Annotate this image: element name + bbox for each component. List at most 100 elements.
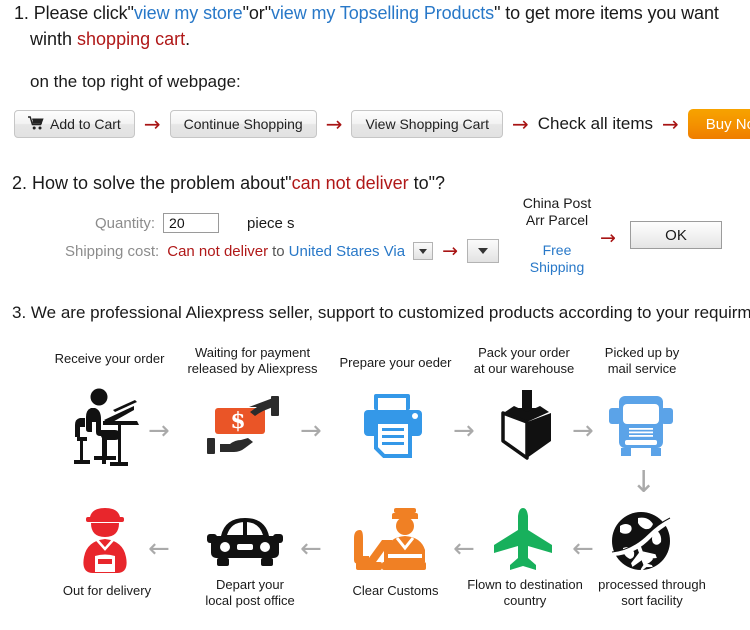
view-shopping-cart-button[interactable]: View Shopping Cart	[351, 110, 503, 138]
flow-label-line-2: mail service	[607, 361, 677, 376]
free-shipping-badge: Free Shipping	[514, 242, 600, 276]
chevron-down-icon-small	[419, 248, 428, 254]
flow-arrow-right-2: →	[300, 416, 322, 446]
ok-button-label: OK	[665, 226, 687, 244]
ok-button[interactable]: OK	[630, 221, 722, 249]
section-3-heading-text: We are professional Aliexpress seller, s…	[30, 303, 750, 322]
flow-arrow-right-4: →	[572, 416, 594, 446]
shipping-cost-row: Shipping cost: Can not deliver to United…	[65, 239, 500, 263]
quantity-input[interactable]: 20	[163, 213, 220, 233]
flow-label-line-1: Picked up by	[604, 345, 680, 360]
flow-label-line-1: Depart your	[216, 577, 284, 592]
link-view-my-store[interactable]: view my store	[134, 3, 243, 23]
flow-label-prepare-your-oeder: Prepare your oeder	[333, 355, 458, 371]
flow-arrow-left-1: ←	[148, 534, 170, 564]
flow-label-waiting-for-payment: Waiting for payment released by Aliexpre…	[185, 345, 320, 377]
flow-arrow-left-3: ←	[453, 534, 475, 564]
flow-label-line-1: Flown to destination	[467, 577, 583, 592]
person-at-desk-icon	[72, 388, 144, 471]
flow-label-clear-customs: Clear Customs	[338, 583, 453, 599]
quantity-label: Quantity:	[95, 214, 156, 232]
arrow-right-icon-4: →	[661, 112, 679, 136]
section-1-number: 1.	[14, 3, 29, 23]
section-1-line-2: winth shopping cart.	[0, 26, 750, 52]
flow-label-line-2: sort facility	[621, 593, 683, 608]
view-shopping-cart-label: View Shopping Cart	[365, 116, 489, 132]
link-view-my-topselling-products[interactable]: view my Topselling Products	[271, 3, 494, 23]
flow-label-line-2: released by Aliexpress	[187, 361, 318, 376]
section-1-line2-b: .	[185, 29, 191, 49]
flow-label-line-2: country	[503, 593, 547, 608]
flow-label-out-for-delivery: Out for delivery	[42, 583, 172, 599]
car-icon	[207, 514, 283, 573]
shopping-cart-icon	[28, 115, 44, 133]
shipping-cost-label: Shipping cost:	[65, 242, 160, 260]
buy-now-label: Buy Now	[705, 115, 750, 133]
flow-label-line-1: Clear Customs	[352, 583, 439, 598]
section-1-subtitle: on the top right of webpage:	[30, 72, 241, 91]
open-box-icon	[492, 388, 562, 465]
flow-arrow-left-2: ←	[300, 534, 322, 564]
flow-label-line-1: processed through	[598, 577, 706, 592]
carrier-name-line-1: China Post	[522, 195, 592, 211]
flow-label-line-2: at our warehouse	[473, 361, 575, 376]
shipping-method-dropdown-small[interactable]	[413, 242, 434, 260]
shipping-carrier-block: China Post Arr Parcel Free Shipping	[514, 195, 600, 276]
section-2-head-b: to"?	[408, 173, 446, 193]
can-not-deliver-highlight: can not deliver	[291, 173, 409, 193]
flow-arrow-down: ↓	[631, 465, 657, 500]
flow-arrow-left-4: ←	[572, 534, 594, 564]
flow-arrow-right-1: →	[148, 416, 170, 446]
flow-label-line-1: Prepare your oeder	[339, 355, 452, 370]
flow-label-flown-to-destination-country: Flown to destination country	[455, 577, 595, 609]
pieces-label: piece s	[247, 214, 295, 232]
shipping-destination-text: United Stares Via	[288, 242, 406, 260]
section-3-number: 3.	[12, 303, 27, 322]
shopping-cart-highlight: shopping cart	[77, 29, 186, 49]
arrow-right-icon-dropdown: →	[442, 239, 459, 262]
flow-label-processed-through-sort-facility: processed through sort facility	[588, 577, 716, 609]
free-shipping-line-2: Shipping	[529, 259, 585, 275]
arrow-right-icon-ok: →	[600, 227, 616, 249]
svg-text:$: $	[230, 408, 245, 434]
flow-label-line-1: Out for delivery	[62, 583, 152, 598]
add-to-cart-label: Add to Cart	[50, 116, 121, 132]
flow-label-pack-your-order: Pack your order at our warehouse	[463, 345, 585, 377]
arrow-right-icon-1: →	[143, 112, 161, 136]
add-to-cart-button[interactable]: Add to Cart	[14, 110, 135, 138]
shipping-method-dropdown-large[interactable]	[467, 239, 500, 263]
flow-label-depart-your-local-post-office: Depart your local post office	[190, 577, 310, 609]
checkout-button-flow: Add to Cart → Continue Shopping → View S…	[14, 108, 750, 140]
section-2: 2. How to solve the problem about"can no…	[0, 173, 750, 275]
money-in-hand-icon: $	[205, 394, 285, 463]
section-3-heading: 3. We are professional Aliexpress seller…	[12, 303, 750, 323]
chevron-down-icon-large	[478, 248, 489, 254]
truck-icon	[607, 392, 675, 465]
delivery-person-icon	[72, 506, 138, 579]
section-2-number: 2.	[12, 173, 28, 193]
section-1-text-c: " to get more items you want	[494, 3, 719, 23]
section-2-heading: 2. How to solve the problem about"can no…	[0, 173, 750, 194]
section-1-text-a: Please click"	[33, 3, 134, 23]
flow-arrow-right-3: →	[453, 416, 475, 446]
free-shipping-line-1: Free	[542, 242, 572, 258]
printer-icon	[360, 392, 426, 465]
check-all-items-text: Check all items	[537, 114, 653, 133]
shipping-status-text: Can not deliver	[167, 242, 269, 260]
section-1-line-1: 1. Please click"view my store"or"view my…	[0, 0, 750, 26]
arrow-right-icon-2: →	[325, 112, 343, 136]
buy-now-button[interactable]: Buy Now	[687, 109, 750, 139]
customs-officer-icon	[352, 506, 434, 577]
continue-shopping-label: Continue Shopping	[183, 116, 303, 132]
flow-label-line-1: Waiting for payment	[194, 345, 311, 360]
quantity-value: 20	[169, 215, 185, 231]
airplane-icon	[492, 508, 554, 575]
flow-label-receive-your-order: Receive your order	[42, 351, 177, 367]
flow-label-line-1: Pack your order	[478, 345, 570, 360]
arrow-right-icon-3: →	[511, 112, 529, 136]
quantity-row: Quantity: 20 piece s	[95, 213, 295, 233]
continue-shopping-button[interactable]: Continue Shopping	[169, 110, 317, 138]
section-1-text-b: "or"	[242, 3, 271, 23]
flow-label-picked-up-by-mail-service: Picked up by mail service	[592, 345, 692, 377]
section-1: 1. Please click"view my store"or"view my…	[0, 0, 750, 92]
